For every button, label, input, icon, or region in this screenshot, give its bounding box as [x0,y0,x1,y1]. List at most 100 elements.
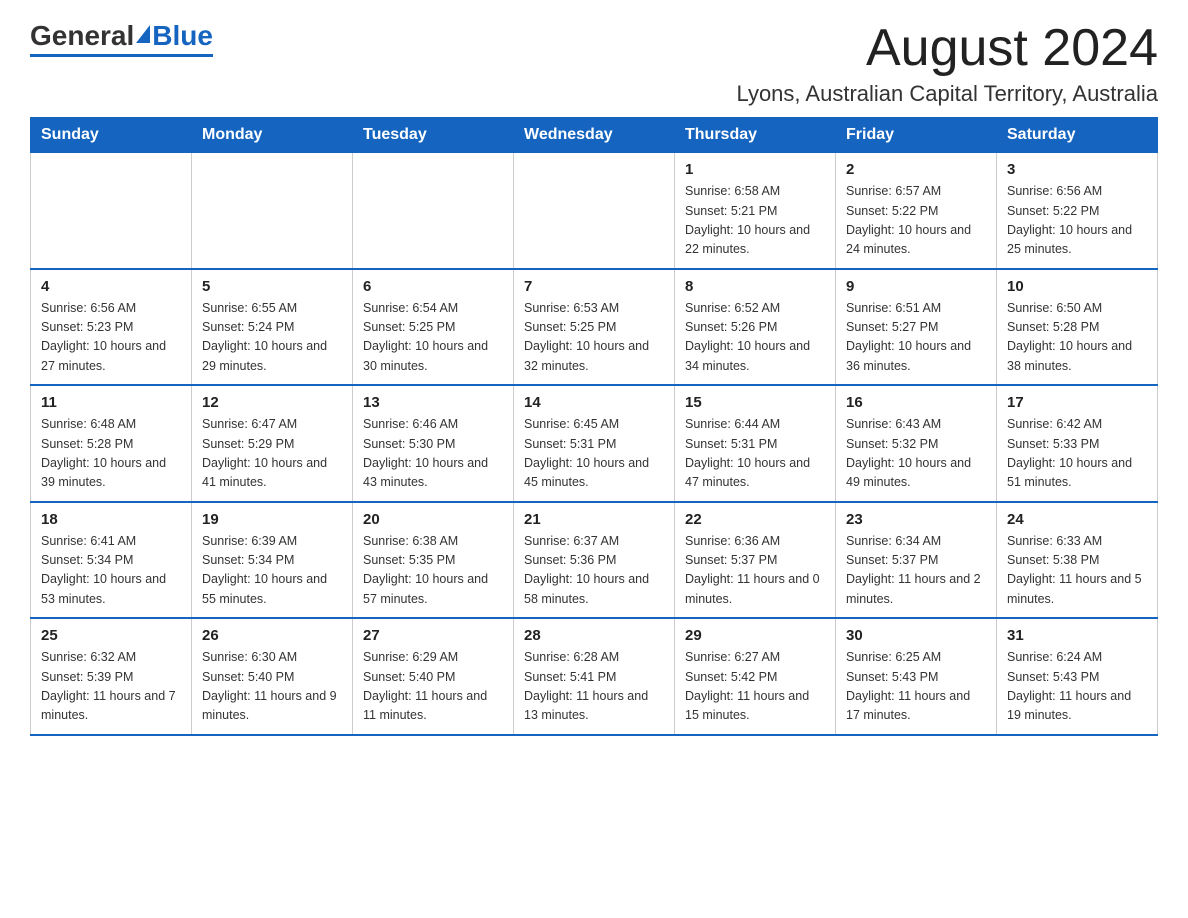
day-cell: 16 Sunrise: 6:43 AMSunset: 5:32 PMDayligh… [836,385,997,502]
day-info: Sunrise: 6:52 AMSunset: 5:26 PMDaylight:… [685,301,810,373]
day-info: Sunrise: 6:36 AMSunset: 5:37 PMDaylight:… [685,534,820,606]
day-number: 6 [363,278,503,295]
week-row-5: 25 Sunrise: 6:32 AMSunset: 5:39 PMDayligh… [31,618,1158,735]
logo-underline [30,54,213,57]
day-cell: 21 Sunrise: 6:37 AMSunset: 5:36 PMDayligh… [514,502,675,619]
day-number: 18 [41,511,181,528]
day-number: 2 [846,161,986,178]
day-number: 16 [846,394,986,411]
day-info: Sunrise: 6:25 AMSunset: 5:43 PMDaylight:… [846,650,970,722]
header-day-tuesday: Tuesday [353,118,514,153]
day-info: Sunrise: 6:55 AMSunset: 5:24 PMDaylight:… [202,301,327,373]
day-info: Sunrise: 6:41 AMSunset: 5:34 PMDaylight:… [41,534,166,606]
day-number: 23 [846,511,986,528]
day-number: 5 [202,278,342,295]
day-cell: 15 Sunrise: 6:44 AMSunset: 5:31 PMDayligh… [675,385,836,502]
week-row-3: 11Sunrise: 6:48 AMSunset: 5:28 PMDayligh… [31,385,1158,502]
day-number: 13 [363,394,503,411]
header-day-sunday: Sunday [31,118,192,153]
day-info: Sunrise: 6:56 AMSunset: 5:22 PMDaylight:… [1007,184,1132,256]
day-number: 31 [1007,627,1147,644]
day-number: 27 [363,627,503,644]
day-number: 28 [524,627,664,644]
day-number: 11 [41,394,181,411]
day-info: Sunrise: 6:45 AMSunset: 5:31 PMDaylight:… [524,417,649,489]
day-number: 17 [1007,394,1147,411]
day-number: 21 [524,511,664,528]
day-cell: 11Sunrise: 6:48 AMSunset: 5:28 PMDayligh… [31,385,192,502]
day-cell: 24 Sunrise: 6:33 AMSunset: 5:38 PMDayligh… [997,502,1158,619]
logo-blue-text: Blue [152,20,213,52]
day-number: 30 [846,627,986,644]
day-info: Sunrise: 6:50 AMSunset: 5:28 PMDaylight:… [1007,301,1132,373]
title-area: August 2024 Lyons, Australian Capital Te… [737,20,1158,107]
day-number: 1 [685,161,825,178]
day-cell: 3 Sunrise: 6:56 AMSunset: 5:22 PMDaylight… [997,153,1158,269]
day-cell: 8 Sunrise: 6:52 AMSunset: 5:26 PMDaylight… [675,269,836,386]
day-number: 15 [685,394,825,411]
header-row: SundayMondayTuesdayWednesdayThursdayFrid… [31,118,1158,153]
day-cell [31,153,192,269]
calendar-table: SundayMondayTuesdayWednesdayThursdayFrid… [30,117,1158,736]
day-info: Sunrise: 6:51 AMSunset: 5:27 PMDaylight:… [846,301,971,373]
day-info: Sunrise: 6:28 AMSunset: 5:41 PMDaylight:… [524,650,648,722]
day-number: 20 [363,511,503,528]
header-day-wednesday: Wednesday [514,118,675,153]
day-number: 25 [41,627,181,644]
logo-general-text: General [30,20,134,52]
day-cell: 18 Sunrise: 6:41 AMSunset: 5:34 PMDayligh… [31,502,192,619]
day-cell: 19Sunrise: 6:39 AMSunset: 5:34 PMDayligh… [192,502,353,619]
day-cell: 25 Sunrise: 6:32 AMSunset: 5:39 PMDayligh… [31,618,192,735]
day-info: Sunrise: 6:53 AMSunset: 5:25 PMDaylight:… [524,301,649,373]
day-number: 3 [1007,161,1147,178]
day-info: Sunrise: 6:33 AMSunset: 5:38 PMDaylight:… [1007,534,1142,606]
day-cell: 4 Sunrise: 6:56 AMSunset: 5:23 PMDaylight… [31,269,192,386]
day-cell [514,153,675,269]
logo: General Blue [30,20,213,57]
header-day-friday: Friday [836,118,997,153]
header-day-monday: Monday [192,118,353,153]
day-cell: 10Sunrise: 6:50 AMSunset: 5:28 PMDayligh… [997,269,1158,386]
page-header: General Blue August 2024 Lyons, Australi… [30,20,1158,107]
day-info: Sunrise: 6:56 AMSunset: 5:23 PMDaylight:… [41,301,166,373]
day-cell: 20Sunrise: 6:38 AMSunset: 5:35 PMDayligh… [353,502,514,619]
day-info: Sunrise: 6:34 AMSunset: 5:37 PMDaylight:… [846,534,981,606]
month-title: August 2024 [737,20,1158,77]
day-cell: 17 Sunrise: 6:42 AMSunset: 5:33 PMDayligh… [997,385,1158,502]
day-cell: 29 Sunrise: 6:27 AMSunset: 5:42 PMDayligh… [675,618,836,735]
day-info: Sunrise: 6:30 AMSunset: 5:40 PMDaylight:… [202,650,337,722]
day-cell: 31 Sunrise: 6:24 AMSunset: 5:43 PMDayligh… [997,618,1158,735]
week-row-1: 1 Sunrise: 6:58 AMSunset: 5:21 PMDaylight… [31,153,1158,269]
day-info: Sunrise: 6:39 AMSunset: 5:34 PMDaylight:… [202,534,327,606]
day-cell: 30 Sunrise: 6:25 AMSunset: 5:43 PMDayligh… [836,618,997,735]
day-info: Sunrise: 6:54 AMSunset: 5:25 PMDaylight:… [363,301,488,373]
day-info: Sunrise: 6:46 AMSunset: 5:30 PMDaylight:… [363,417,488,489]
day-info: Sunrise: 6:24 AMSunset: 5:43 PMDaylight:… [1007,650,1131,722]
day-cell: 9Sunrise: 6:51 AMSunset: 5:27 PMDaylight… [836,269,997,386]
header-day-saturday: Saturday [997,118,1158,153]
day-info: Sunrise: 6:42 AMSunset: 5:33 PMDaylight:… [1007,417,1132,489]
day-number: 26 [202,627,342,644]
day-number: 12 [202,394,342,411]
week-row-4: 18 Sunrise: 6:41 AMSunset: 5:34 PMDayligh… [31,502,1158,619]
day-number: 14 [524,394,664,411]
day-number: 7 [524,278,664,295]
day-cell [192,153,353,269]
day-number: 24 [1007,511,1147,528]
day-cell: 5 Sunrise: 6:55 AMSunset: 5:24 PMDaylight… [192,269,353,386]
day-cell: 6 Sunrise: 6:54 AMSunset: 5:25 PMDaylight… [353,269,514,386]
location-title: Lyons, Australian Capital Territory, Aus… [737,81,1158,107]
calendar-body: 1 Sunrise: 6:58 AMSunset: 5:21 PMDaylight… [31,153,1158,735]
day-info: Sunrise: 6:37 AMSunset: 5:36 PMDaylight:… [524,534,649,606]
day-number: 4 [41,278,181,295]
day-info: Sunrise: 6:44 AMSunset: 5:31 PMDaylight:… [685,417,810,489]
day-info: Sunrise: 6:57 AMSunset: 5:22 PMDaylight:… [846,184,971,256]
day-info: Sunrise: 6:43 AMSunset: 5:32 PMDaylight:… [846,417,971,489]
day-info: Sunrise: 6:58 AMSunset: 5:21 PMDaylight:… [685,184,810,256]
day-number: 8 [685,278,825,295]
day-cell: 14 Sunrise: 6:45 AMSunset: 5:31 PMDayligh… [514,385,675,502]
day-cell: 1 Sunrise: 6:58 AMSunset: 5:21 PMDaylight… [675,153,836,269]
day-info: Sunrise: 6:27 AMSunset: 5:42 PMDaylight:… [685,650,809,722]
day-info: Sunrise: 6:32 AMSunset: 5:39 PMDaylight:… [41,650,176,722]
day-number: 29 [685,627,825,644]
